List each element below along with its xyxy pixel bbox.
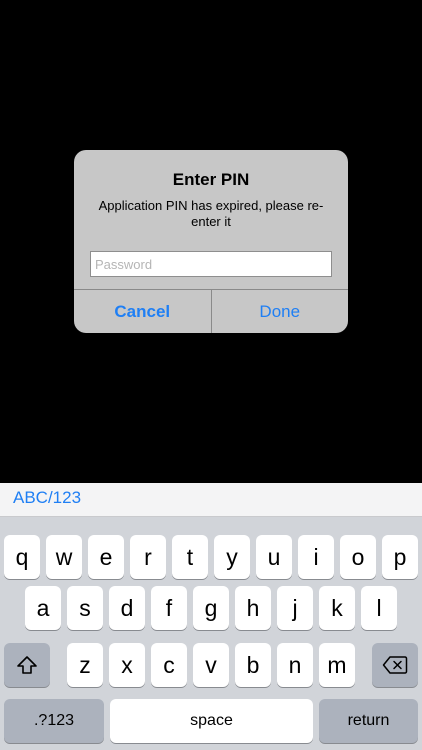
key-p[interactable]: p: [382, 535, 418, 579]
key-q[interactable]: q: [4, 535, 40, 579]
key-t[interactable]: t: [172, 535, 208, 579]
abc-123-toggle[interactable]: ABC/123: [13, 488, 81, 508]
key-l[interactable]: l: [361, 586, 397, 630]
key-z[interactable]: z: [67, 643, 103, 687]
key-n[interactable]: n: [277, 643, 313, 687]
delete-icon: [382, 656, 408, 674]
key-c[interactable]: c: [151, 643, 187, 687]
key-y[interactable]: y: [214, 535, 250, 579]
delete-key[interactable]: [372, 643, 418, 687]
shift-icon: [17, 656, 37, 674]
alert-title: Enter PIN: [172, 170, 250, 189]
key-k[interactable]: k: [319, 586, 355, 630]
key-u[interactable]: u: [256, 535, 292, 579]
key-i[interactable]: i: [298, 535, 334, 579]
key-w[interactable]: w: [46, 535, 82, 579]
keyboard-toolbar: ABC/123: [0, 483, 422, 517]
key-b[interactable]: b: [235, 643, 271, 687]
key-d[interactable]: d: [109, 586, 145, 630]
key-f[interactable]: f: [151, 586, 187, 630]
key-r[interactable]: r: [130, 535, 166, 579]
keyboard: ABC/123 q w e r t y u i o p a s d f g h …: [0, 483, 422, 750]
shift-key[interactable]: [4, 643, 50, 687]
alert-button-row: Cancel Done: [74, 289, 348, 333]
enter-pin-alert: Enter PIN Application PIN has expired, p…: [74, 150, 348, 333]
numbers-key[interactable]: .?123: [4, 699, 104, 743]
alert-message: Application PIN has expired, please re-e…: [98, 198, 324, 229]
key-o[interactable]: o: [340, 535, 376, 579]
key-e[interactable]: e: [88, 535, 124, 579]
password-input[interactable]: [90, 251, 332, 277]
key-m[interactable]: m: [319, 643, 355, 687]
cancel-button[interactable]: Cancel: [74, 290, 212, 333]
key-v[interactable]: v: [193, 643, 229, 687]
space-key[interactable]: space: [110, 699, 313, 743]
key-a[interactable]: a: [25, 586, 61, 630]
key-g[interactable]: g: [193, 586, 229, 630]
done-button[interactable]: Done: [212, 290, 349, 333]
key-x[interactable]: x: [109, 643, 145, 687]
key-s[interactable]: s: [67, 586, 103, 630]
key-h[interactable]: h: [235, 586, 271, 630]
return-key[interactable]: return: [319, 699, 418, 743]
key-j[interactable]: j: [277, 586, 313, 630]
